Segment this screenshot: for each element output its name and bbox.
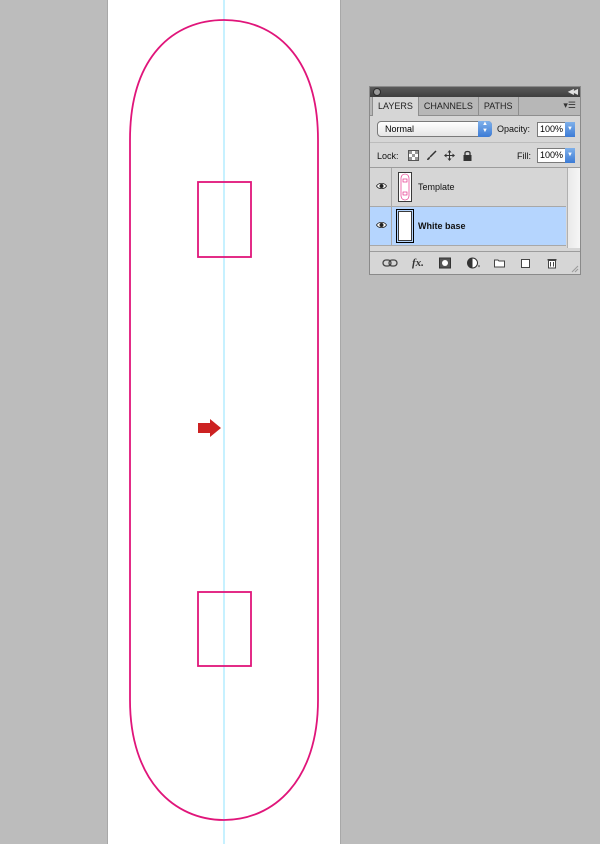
opacity-dropdown-icon[interactable]: ▼ xyxy=(565,122,575,137)
lock-position-move-icon[interactable] xyxy=(444,150,455,161)
lock-all-icon[interactable] xyxy=(462,150,473,161)
tab-channels[interactable]: CHANNELS xyxy=(419,97,479,115)
document-canvas[interactable] xyxy=(108,0,340,844)
visibility-toggle[interactable] xyxy=(370,168,392,206)
opacity-field[interactable]: 100% ▼ xyxy=(537,122,575,137)
select-arrows-icon[interactable]: ▲ ▼ xyxy=(478,121,492,137)
lock-label: Lock: xyxy=(377,151,399,161)
blend-mode-value: Normal xyxy=(385,124,415,134)
layer-thumbnail xyxy=(398,172,412,202)
panel-tabs: LAYERS CHANNELS PATHS ▾☰ xyxy=(370,97,580,116)
fx-icon[interactable]: fx. xyxy=(412,257,424,269)
new-layer-icon[interactable] xyxy=(521,257,531,269)
layer-row-white-base[interactable]: White base xyxy=(370,207,566,246)
fill-field[interactable]: 100% ▼ xyxy=(537,148,575,163)
collapse-icon[interactable]: ◀◀ xyxy=(568,87,578,97)
opacity-label: Opacity: xyxy=(497,124,531,134)
eye-icon xyxy=(376,182,387,190)
lock-row: Lock: Fill: 100% ▼ xyxy=(370,142,580,168)
blend-mode-select[interactable]: Normal ▲ ▼ xyxy=(377,121,492,137)
fill-value: 100% xyxy=(540,150,564,160)
adjustment-icon[interactable] xyxy=(467,257,482,269)
lock-pixels-brush-icon[interactable] xyxy=(426,150,437,161)
mask-icon[interactable] xyxy=(439,257,451,269)
skateboard-artwork xyxy=(129,0,319,844)
trash-icon[interactable] xyxy=(547,257,557,269)
panel-menu-icon[interactable]: ▾☰ xyxy=(563,101,576,110)
panel-titlebar[interactable]: ◀◀ xyxy=(370,87,580,97)
arrow-icon xyxy=(198,419,221,437)
fill-dropdown-icon[interactable]: ▼ xyxy=(565,148,575,163)
template-thumbnail-art xyxy=(400,173,410,201)
visibility-toggle[interactable] xyxy=(370,207,392,245)
link-icon[interactable] xyxy=(382,257,398,269)
lock-transparent-icon[interactable] xyxy=(408,150,419,161)
eye-icon xyxy=(376,221,387,229)
layers-scrollbar[interactable] xyxy=(567,168,580,248)
tab-paths[interactable]: PATHS xyxy=(479,97,519,115)
layer-name: White base xyxy=(418,221,466,231)
layers-panel[interactable]: ◀◀ LAYERS CHANNELS PATHS ▾☰ Normal ▲ ▼ Op… xyxy=(369,86,581,275)
blend-row: Normal ▲ ▼ Opacity: 100% ▼ xyxy=(370,116,580,142)
layer-name: Template xyxy=(418,182,455,192)
close-icon[interactable] xyxy=(373,88,381,96)
layer-row-template[interactable]: Template xyxy=(370,168,566,207)
opacity-value: 100% xyxy=(540,124,564,134)
layers-list: Template White base xyxy=(370,168,566,248)
fill-label: Fill: xyxy=(517,151,531,161)
tab-layers[interactable]: LAYERS xyxy=(372,97,419,116)
resize-grip-icon[interactable] xyxy=(571,265,579,273)
panel-bottom-bar: fx. xyxy=(370,251,580,274)
layer-thumbnail xyxy=(396,209,414,243)
folder-icon[interactable] xyxy=(494,257,505,269)
